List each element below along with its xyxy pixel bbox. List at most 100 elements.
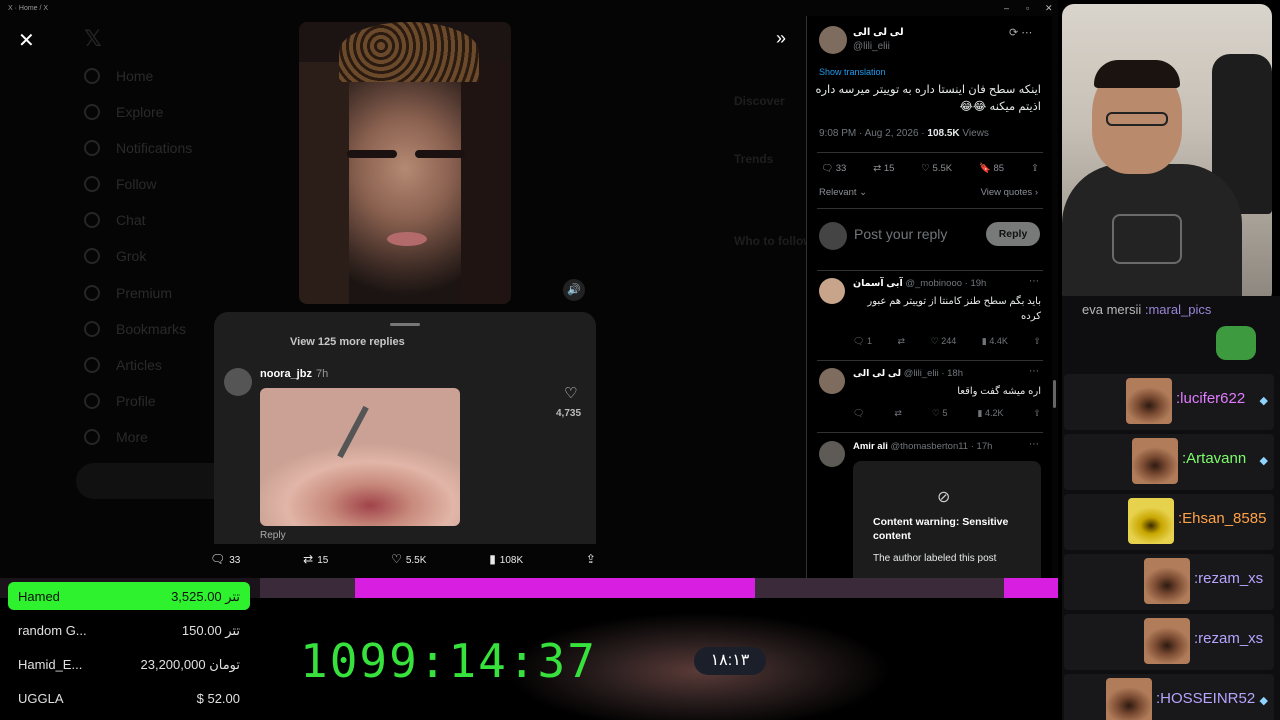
avatar[interactable]	[224, 368, 252, 396]
stream-timer: 1099:14:37	[300, 634, 597, 688]
chat-username[interactable]: :HOSSEINR52	[1156, 690, 1255, 707]
diamond-icon: ◆	[1259, 455, 1268, 467]
more-icon[interactable]: ⋯	[1029, 276, 1039, 287]
diamond-icon: ◆	[1259, 395, 1268, 407]
expand-panel-icon[interactable]: »	[776, 28, 786, 49]
views-action[interactable]: ▮ 108K	[489, 552, 523, 566]
reply-icon[interactable]: 🗨	[853, 408, 864, 419]
donation-item: Hamid_E... تومان 23,200,000	[18, 657, 240, 672]
reply-compose-input[interactable]: Post your reply	[854, 226, 947, 242]
bg-nav-home: Home	[84, 68, 153, 84]
bg-who-to-follow: Who to follow	[734, 234, 813, 248]
views-stat[interactable]: ▮ 4.4K	[982, 336, 1008, 347]
share-icon: ⇪	[585, 552, 596, 566]
reply-image[interactable]	[260, 388, 460, 526]
diamond-icon: ◆	[1259, 695, 1268, 707]
share-icon[interactable]: ⇪	[1033, 408, 1041, 419]
bg-nav-bookmarks: Bookmarks	[84, 321, 186, 337]
bg-nav-profile: Profile	[84, 393, 156, 409]
repost-stat[interactable]: ⇄ 15	[873, 163, 894, 174]
tweet-author-handle[interactable]: @lili_elii	[853, 41, 890, 52]
emote	[1144, 618, 1190, 664]
bookmark-stat[interactable]: 🔖 85	[979, 163, 1004, 174]
bg-nav-explore: Explore	[84, 104, 163, 120]
share-icon[interactable]: ⇪	[1031, 163, 1039, 174]
minimize-button[interactable]: –	[1004, 3, 1009, 13]
reply-username[interactable]: noora_jbz 7h	[260, 368, 328, 380]
views-stat[interactable]: ▮ 4.2K	[977, 408, 1003, 419]
tweet-timestamp: 9:08 PM · Aug 2, 2026 · 108.5K Views	[819, 128, 989, 139]
tweet-stats: 🗨 33 ⇄ 15 ♡ 5.5K 🔖 85 ⇪	[821, 163, 1039, 174]
chat-message: eva mersii :maral_pics	[1082, 302, 1212, 317]
show-translation-link[interactable]: Show translation	[819, 67, 886, 77]
chat-username[interactable]: :Ehsan_8585	[1178, 510, 1266, 527]
glasses	[1106, 112, 1168, 126]
like-stat[interactable]: ♡ 244	[931, 336, 957, 347]
avatar[interactable]	[819, 26, 847, 54]
grok-icon[interactable]: ⟳ ⋯	[1009, 26, 1032, 39]
speaker-icon[interactable]: 🔊	[563, 279, 585, 301]
view-more-replies-link[interactable]: View 125 more replies	[290, 336, 405, 348]
close-media-icon[interactable]: ✕	[18, 28, 35, 53]
reply-stat[interactable]: 🗨 33	[821, 163, 846, 174]
stream-chat: eva mersii :maral_pics :lucifer622 ◆ :Ar…	[1062, 296, 1280, 720]
sort-relevant-dropdown[interactable]: Relevant ⌄	[819, 187, 867, 198]
window-title: X · Home / X	[8, 5, 49, 12]
chart-icon: ▮	[489, 552, 496, 566]
like-stat[interactable]: ♡ 5.5K	[921, 163, 952, 174]
view-quotes-link[interactable]: View quotes ›	[981, 187, 1038, 198]
avatar[interactable]	[819, 441, 845, 467]
repost-icon[interactable]: ⇄	[898, 336, 906, 347]
maximize-button[interactable]: ▫	[1026, 3, 1029, 13]
reply-stat[interactable]: 🗨 1	[853, 336, 872, 347]
avatar[interactable]	[819, 278, 845, 304]
reply-action[interactable]: 🗨 33	[210, 552, 240, 566]
like-stat[interactable]: ♡ 5	[932, 408, 948, 419]
eye-off-icon: ⊘	[937, 489, 951, 506]
scrollbar[interactable]	[1053, 380, 1056, 408]
tweet-author-name[interactable]: لی لی الی	[853, 27, 904, 38]
bg-discover: Discover	[734, 94, 785, 108]
bg-nav-grok: Grok	[84, 248, 146, 264]
more-icon[interactable]: ⋯	[1029, 439, 1039, 450]
video-player[interactable]	[299, 22, 511, 304]
chat-username[interactable]: :lucifer622	[1176, 390, 1245, 407]
avatar	[819, 222, 847, 250]
heart-icon: ♡	[391, 552, 402, 566]
media-action-bar: 🗨 33 ⇄ 15 ♡ 5.5K ▮ 108K ⇪	[210, 552, 600, 566]
chat-username[interactable]: :Artavann	[1182, 450, 1246, 467]
share-action[interactable]: ⇪	[586, 552, 600, 566]
comment-author[interactable]: لی لی الی @lili_elii · 18h	[853, 368, 963, 379]
chat-username[interactable]: :rezam_xs	[1194, 570, 1263, 587]
donation-item: random G... تتر 150.00	[18, 623, 240, 638]
reply-like-count: 4,735	[556, 408, 582, 419]
bg-nav-premium: Premium	[84, 285, 172, 301]
repost-action[interactable]: ⇄ 15	[303, 552, 328, 566]
reply-link[interactable]: Reply	[260, 530, 286, 541]
chat-message: :rezam_xs	[1064, 614, 1274, 670]
x-logo-icon: 𝕏	[84, 26, 102, 51]
content-warning-card[interactable]: ⊘ Content warning: Sensitive content The…	[853, 461, 1041, 578]
chat-message: :Ehsan_8585	[1064, 494, 1274, 550]
heart-icon[interactable]: ♡	[564, 384, 577, 402]
content-warning-title: Content warning: Sensitive content	[873, 516, 1009, 542]
share-icon[interactable]: ⇪	[1033, 336, 1041, 347]
like-action[interactable]: ♡ 5.5K	[391, 552, 426, 566]
browser-window: X · Home / X – ▫ ✕ ✕ 𝕏 Home Explore Noti…	[0, 0, 1058, 578]
window-close-button[interactable]: ✕	[1045, 3, 1053, 14]
comment-author[interactable]: آبی آسمان @_mobinooo · 19h	[853, 278, 986, 289]
more-icon[interactable]: ⋯	[1029, 366, 1039, 377]
comment-text: اره میشه گفت واقعا	[957, 386, 1041, 397]
avatar[interactable]	[819, 368, 845, 394]
repost-icon[interactable]: ⇄	[894, 408, 902, 419]
comment-stats: 🗨 ⇄ ♡ 5 ▮ 4.2K ⇪	[853, 408, 1041, 419]
drag-handle[interactable]	[390, 323, 420, 326]
chat-message: :HOSSEINR52 ◆	[1064, 674, 1274, 720]
emote	[1144, 558, 1190, 604]
comment-author[interactable]: Amir ali @thomasberton11 · 17h	[853, 441, 992, 452]
reply-button[interactable]: Reply	[986, 222, 1040, 246]
chat-username[interactable]: :rezam_xs	[1194, 630, 1263, 647]
emote	[1106, 678, 1152, 720]
comment-icon: 🗨	[210, 552, 226, 566]
webcam-feed	[1062, 4, 1272, 304]
